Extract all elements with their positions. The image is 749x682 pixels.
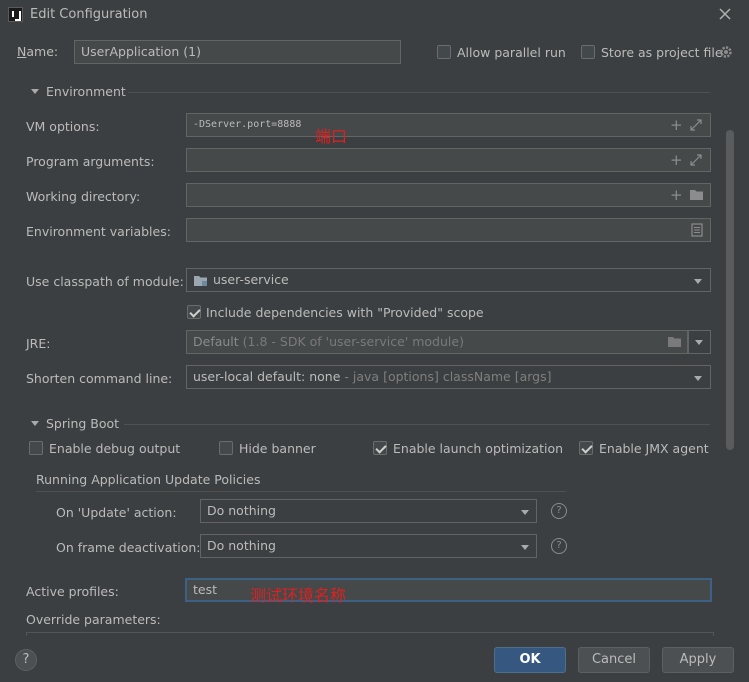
environment-variables-label: Environment variables: bbox=[26, 224, 171, 239]
shorten-value: user-local default: none bbox=[193, 369, 341, 384]
apply-button[interactable]: Apply bbox=[662, 647, 734, 673]
classpath-module-select[interactable]: user-service bbox=[186, 268, 711, 292]
cancel-button[interactable]: Cancel bbox=[578, 647, 650, 673]
chevron-down-icon[interactable] bbox=[694, 376, 702, 381]
update-policies-divider bbox=[36, 491, 566, 492]
help-icon[interactable]: ? bbox=[551, 538, 567, 554]
environment-variables-input[interactable] bbox=[186, 218, 711, 242]
on-frame-deactivation-select[interactable]: Do nothing bbox=[200, 534, 537, 558]
vertical-scrollbar[interactable] bbox=[726, 130, 734, 450]
plus-icon[interactable]: + bbox=[670, 188, 683, 203]
override-parameters-label: Override parameters: bbox=[26, 612, 161, 627]
include-dependencies-checkbox[interactable] bbox=[187, 305, 201, 319]
enable-jmx-agent-label: Enable JMX agent bbox=[599, 441, 709, 456]
include-dependencies-label: Include dependencies with "Provided" sco… bbox=[206, 305, 484, 320]
document-icon[interactable] bbox=[691, 223, 703, 237]
plus-icon[interactable]: + bbox=[670, 118, 683, 133]
hide-banner-label: Hide banner bbox=[239, 441, 316, 456]
store-as-project-file-label: Store as project file bbox=[601, 45, 723, 60]
plus-icon[interactable]: + bbox=[670, 153, 683, 168]
chevron-down-icon[interactable] bbox=[521, 510, 529, 515]
spring-boot-divider bbox=[124, 424, 710, 425]
working-directory-input[interactable] bbox=[186, 183, 711, 207]
help-icon[interactable]: ? bbox=[551, 503, 567, 519]
shorten-command-line-select[interactable]: user-local default: none - java [options… bbox=[186, 365, 711, 389]
enable-launch-optimization-checkbox[interactable] bbox=[373, 441, 387, 455]
shorten-hint: - java [options] className [args] bbox=[344, 369, 552, 384]
hide-banner-checkbox[interactable] bbox=[219, 441, 233, 455]
jre-input[interactable]: Default (1.8 - SDK of 'user-service' mod… bbox=[186, 330, 688, 354]
on-update-action-label: On 'Update' action: bbox=[56, 505, 177, 520]
update-policies-header: Running Application Update Policies bbox=[36, 472, 261, 487]
working-directory-label: Working directory: bbox=[26, 189, 141, 204]
gear-icon[interactable] bbox=[719, 45, 733, 59]
vm-options-annotation: 端口 bbox=[315, 127, 348, 146]
environment-collapse-icon[interactable] bbox=[31, 89, 39, 94]
jre-hint: (1.8 - SDK of 'user-service' module) bbox=[242, 334, 464, 349]
expand-icon[interactable] bbox=[689, 118, 703, 132]
module-folder-icon bbox=[194, 276, 207, 286]
enable-debug-output-checkbox[interactable] bbox=[29, 441, 43, 455]
name-label: Name: bbox=[17, 44, 59, 59]
enable-debug-output-label: Enable debug output bbox=[49, 441, 181, 456]
vm-options-label: VM options: bbox=[26, 119, 100, 134]
expand-icon[interactable] bbox=[689, 153, 703, 167]
override-parameters-table[interactable] bbox=[26, 632, 714, 636]
window-title: Edit Configuration bbox=[30, 7, 148, 22]
vm-options-input[interactable]: -DServer.port=8888 bbox=[186, 113, 711, 137]
allow-parallel-run-checkbox[interactable] bbox=[437, 45, 451, 59]
enable-jmx-agent-checkbox[interactable] bbox=[579, 441, 593, 455]
chevron-down-icon[interactable] bbox=[695, 340, 703, 345]
intellij-app-icon bbox=[8, 7, 23, 22]
chevron-down-icon[interactable] bbox=[694, 279, 702, 284]
program-arguments-label: Program arguments: bbox=[26, 154, 155, 169]
program-arguments-input[interactable] bbox=[186, 148, 711, 172]
shorten-command-line-label: Shorten command line: bbox=[26, 371, 173, 386]
environment-divider bbox=[128, 92, 710, 93]
close-icon[interactable] bbox=[717, 6, 733, 22]
enable-launch-optimization-label: Enable launch optimization bbox=[393, 441, 564, 456]
active-profiles-annotation: 测试环境名称 bbox=[250, 586, 347, 605]
jre-value: Default bbox=[193, 334, 239, 349]
allow-parallel-run-label: Allow parallel run bbox=[457, 45, 566, 60]
environment-header[interactable]: Environment bbox=[46, 84, 126, 99]
jre-label: JRE: bbox=[26, 336, 51, 351]
on-frame-deactivation-label: On frame deactivation: bbox=[56, 540, 201, 555]
spring-boot-collapse-icon[interactable] bbox=[31, 421, 39, 426]
on-update-action-select[interactable]: Do nothing bbox=[200, 499, 537, 523]
classpath-module-label: Use classpath of module: bbox=[26, 274, 184, 289]
active-profiles-label: Active profiles: bbox=[26, 584, 119, 599]
store-as-project-file-checkbox[interactable] bbox=[581, 45, 595, 59]
spring-boot-header[interactable]: Spring Boot bbox=[46, 416, 119, 431]
folder-icon[interactable] bbox=[667, 335, 682, 348]
folder-icon[interactable] bbox=[689, 188, 704, 201]
name-input[interactable]: UserApplication (1) bbox=[74, 40, 401, 64]
ok-button[interactable]: OK bbox=[494, 647, 566, 673]
chevron-down-icon[interactable] bbox=[521, 545, 529, 550]
help-button[interactable]: ? bbox=[15, 649, 37, 671]
